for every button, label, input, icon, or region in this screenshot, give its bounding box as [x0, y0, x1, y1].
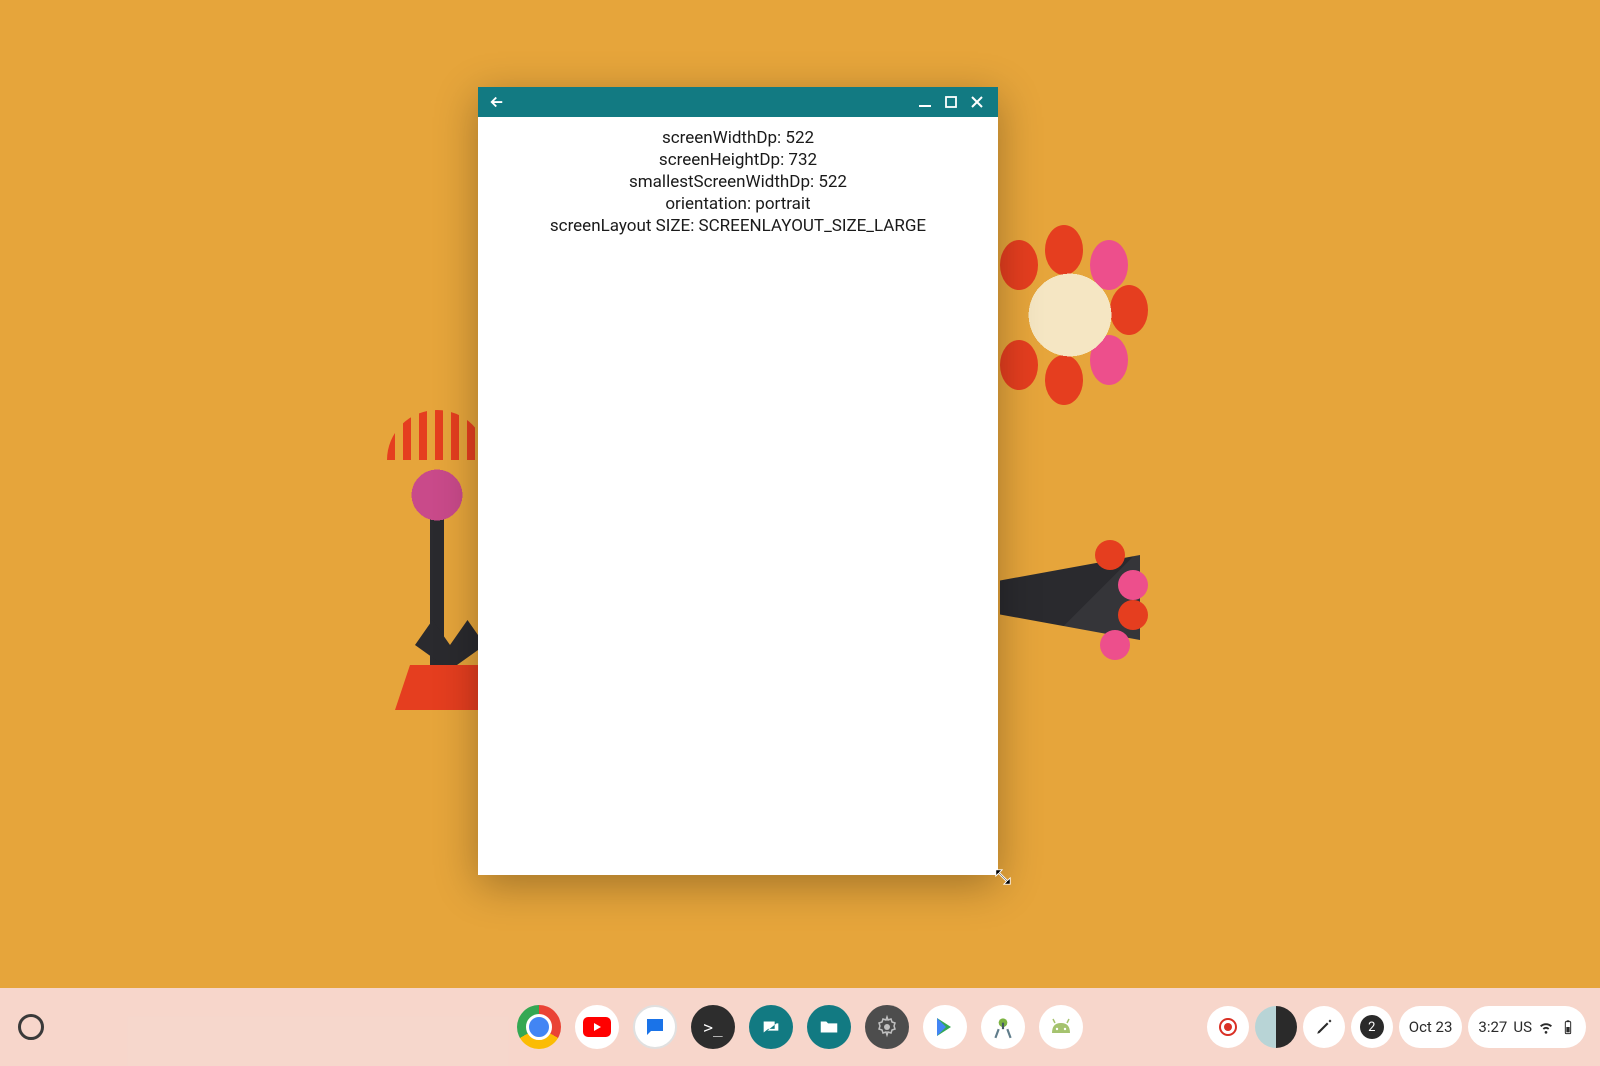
system-tray: 2 Oct 23 3:27 US — [1207, 1006, 1600, 1048]
android-studio-app-icon[interactable] — [981, 1005, 1025, 1049]
config-line: screenHeightDp: 732 — [498, 149, 978, 171]
date-label: Oct 23 — [1409, 1018, 1453, 1036]
close-icon — [970, 95, 984, 109]
notifications-button[interactable]: 2 — [1351, 1006, 1393, 1048]
arrow-left-icon — [488, 93, 506, 111]
wallpaper-decor — [1118, 600, 1148, 630]
stylus-tools-button[interactable] — [1303, 1006, 1345, 1048]
notification-count: 2 — [1360, 1015, 1384, 1039]
maximize-icon — [945, 96, 957, 108]
chrome-app-icon[interactable] — [517, 1005, 561, 1049]
window-titlebar[interactable] — [478, 87, 998, 117]
close-button[interactable] — [964, 91, 990, 113]
play-store-app-icon[interactable] — [923, 1005, 967, 1049]
wifi-icon — [1538, 1019, 1554, 1035]
task-preview[interactable] — [1255, 1006, 1297, 1048]
wallpaper-decor — [415, 620, 485, 670]
wallpaper-decor — [392, 450, 482, 540]
youtube-app-icon[interactable] — [575, 1005, 619, 1049]
record-icon — [1218, 1017, 1238, 1037]
config-line: screenLayout SIZE: SCREENLAYOUT_SIZE_LAR… — [498, 215, 978, 237]
app-content: screenWidthDp: 522 screenHeightDp: 732 s… — [478, 117, 998, 247]
config-line: orientation: portrait — [498, 193, 978, 215]
back-button[interactable] — [486, 91, 508, 113]
settings-app-icon[interactable] — [865, 1005, 909, 1049]
shelf: >_ 2 Oct 23 — [0, 988, 1600, 1066]
minimize-icon — [918, 95, 932, 109]
wallpaper-decor — [1100, 630, 1130, 660]
wallpaper-decor — [1000, 555, 1140, 640]
config-line: smallestScreenWidthDp: 522 — [498, 171, 978, 193]
android-app-icon[interactable] — [1039, 1005, 1083, 1049]
screen-record-button[interactable] — [1207, 1006, 1249, 1048]
status-tray[interactable]: 3:27 US — [1468, 1006, 1586, 1048]
battery-icon — [1560, 1019, 1576, 1035]
pen-icon — [1315, 1018, 1333, 1036]
time-label: 3:27 — [1478, 1018, 1507, 1036]
shelf-apps: >_ — [517, 1005, 1083, 1049]
date-tray[interactable]: Oct 23 — [1399, 1006, 1463, 1048]
config-line: screenWidthDp: 522 — [498, 127, 978, 149]
minimize-button[interactable] — [912, 91, 938, 113]
messages-app-icon[interactable] — [633, 1005, 677, 1049]
app-window: screenWidthDp: 522 screenHeightDp: 732 s… — [478, 87, 998, 875]
chat-app-icon[interactable] — [749, 1005, 793, 1049]
wallpaper-decor — [1005, 250, 1135, 380]
launcher-button[interactable] — [18, 1014, 44, 1040]
terminal-app-icon[interactable]: >_ — [691, 1005, 735, 1049]
maximize-button[interactable] — [938, 91, 964, 113]
input-method-label: US — [1513, 1018, 1532, 1036]
files-app-icon[interactable] — [807, 1005, 851, 1049]
wallpaper-decor — [1095, 540, 1125, 570]
resize-cursor-icon — [994, 868, 1012, 886]
wallpaper-decor — [1118, 570, 1148, 600]
